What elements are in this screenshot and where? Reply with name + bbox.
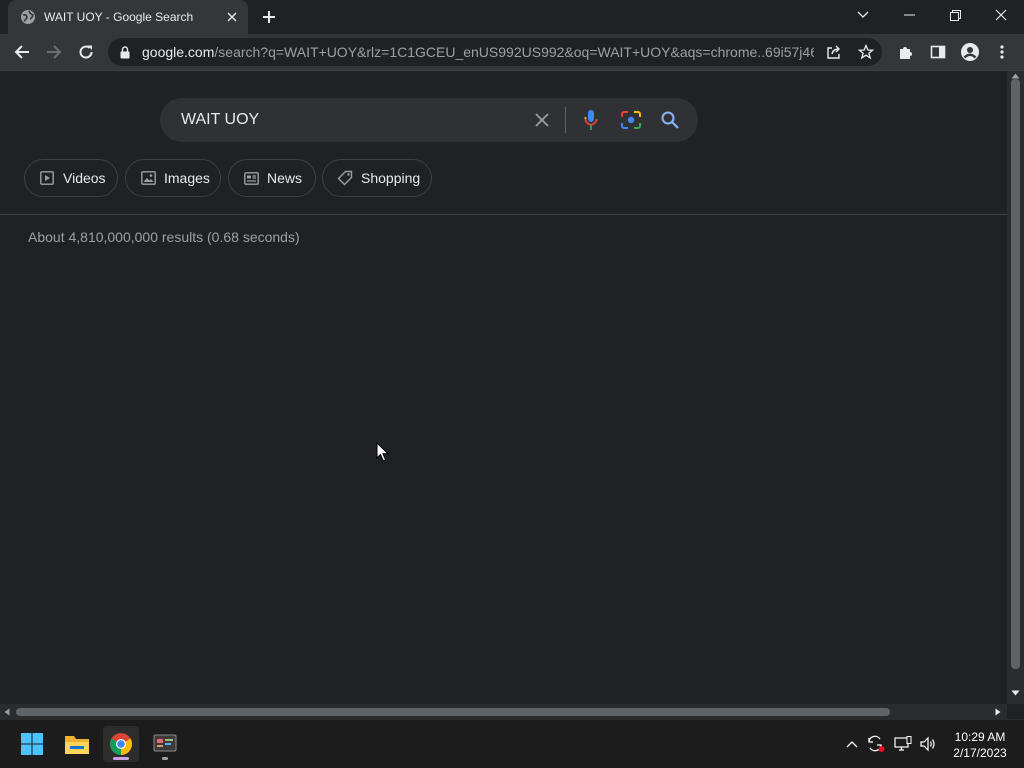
horizontal-scrollbar[interactable] <box>0 704 1007 719</box>
newspaper-icon <box>243 170 259 186</box>
volume-speaker-icon[interactable] <box>918 734 938 754</box>
search-query-text[interactable]: WAIT UOY <box>181 111 259 129</box>
address-bar[interactable]: google.com/search?q=WAIT+UOY&rlz=1C1GCEU… <box>108 38 882 66</box>
close-window-icon[interactable] <box>978 0 1024 30</box>
search-results-page: WAIT UOY Videos Images News Shopping Abo… <box>0 71 1007 704</box>
clear-search-icon[interactable] <box>530 108 554 132</box>
url-path: /search?q=WAIT+UOY&rlz=1C1GCEU_enUS992US… <box>214 44 814 60</box>
reload-icon[interactable] <box>72 38 100 66</box>
chrome-taskbar-icon[interactable] <box>103 726 139 762</box>
tab-search-chevron-icon[interactable] <box>840 0 886 30</box>
running-app-indicator <box>162 757 168 760</box>
scrollbar-corner <box>1007 704 1024 719</box>
voice-search-mic-icon[interactable] <box>579 108 603 132</box>
vertical-scrollbar[interactable] <box>1007 71 1024 704</box>
mouse-cursor-icon <box>376 442 390 462</box>
image-icon <box>140 170 156 186</box>
active-app-indicator <box>113 757 129 760</box>
browser-titlebar: WAIT UOY - Google Search <box>0 0 1024 34</box>
filter-chip-shopping[interactable]: Shopping <box>322 159 432 197</box>
network-display-icon[interactable] <box>893 734 913 754</box>
profile-icon[interactable] <box>960 42 980 62</box>
lens-camera-icon[interactable] <box>619 108 643 132</box>
browser-tab-active[interactable]: WAIT UOY - Google Search <box>8 0 248 34</box>
browser-toolbar: google.com/search?q=WAIT+UOY&rlz=1C1GCEU… <box>0 34 1024 70</box>
price-tag-icon <box>337 170 353 186</box>
forward-arrow-icon[interactable] <box>40 38 68 66</box>
globe-icon <box>20 9 36 25</box>
clock-time: 10:29 AM <box>954 730 1006 744</box>
filter-chip-label: Shopping <box>361 170 421 186</box>
results-divider <box>0 214 1007 215</box>
url-host: google.com <box>142 44 215 60</box>
extensions-puzzle-icon[interactable] <box>896 42 916 62</box>
windows-start-icon[interactable] <box>14 726 50 762</box>
search-magnifier-icon[interactable] <box>658 108 682 132</box>
file-explorer-icon[interactable] <box>59 726 95 762</box>
vertical-scroll-thumb[interactable] <box>1011 79 1020 669</box>
result-stats: About 4,810,000,000 results (0.68 second… <box>28 229 300 245</box>
menu-kebab-icon[interactable] <box>992 42 1012 62</box>
back-arrow-icon[interactable] <box>8 38 36 66</box>
restore-icon[interactable] <box>932 0 978 30</box>
show-hidden-icons-chevron-icon[interactable] <box>842 734 862 754</box>
new-tab-icon[interactable] <box>259 7 279 27</box>
scroll-down-arrow-icon[interactable] <box>1011 690 1020 696</box>
system-clock[interactable]: 10:29 AM 2/17/2023 <box>944 729 1016 761</box>
horizontal-scroll-thumb[interactable] <box>16 708 890 716</box>
filter-chip-images[interactable]: Images <box>125 159 221 197</box>
filter-chip-label: Images <box>164 170 210 186</box>
filter-chip-videos[interactable]: Videos <box>24 159 118 197</box>
clock-date: 2/17/2023 <box>953 746 1007 760</box>
search-box[interactable]: WAIT UOY <box>160 98 698 142</box>
search-divider <box>565 107 566 133</box>
side-panel-icon[interactable] <box>928 42 948 62</box>
share-icon[interactable] <box>824 42 844 62</box>
video-play-icon <box>39 170 55 186</box>
bookmark-star-icon[interactable] <box>856 42 876 62</box>
lock-icon[interactable] <box>118 45 132 59</box>
minimize-icon[interactable] <box>886 0 932 30</box>
tab-close-icon[interactable] <box>222 7 242 27</box>
filter-chip-news[interactable]: News <box>228 159 316 197</box>
url-text[interactable]: google.com/search?q=WAIT+UOY&rlz=1C1GCEU… <box>142 44 814 60</box>
filter-chip-label: Videos <box>63 170 106 186</box>
terminal-app-icon[interactable] <box>147 726 183 762</box>
scroll-right-arrow-icon[interactable] <box>995 708 1001 716</box>
filter-chip-label: News <box>267 170 303 186</box>
sync-alert-icon[interactable] <box>866 734 886 754</box>
tab-title: WAIT UOY - Google Search <box>44 10 194 24</box>
scroll-left-arrow-icon[interactable] <box>4 708 10 716</box>
windows-taskbar: 10:29 AM 2/17/2023 <box>0 719 1024 768</box>
